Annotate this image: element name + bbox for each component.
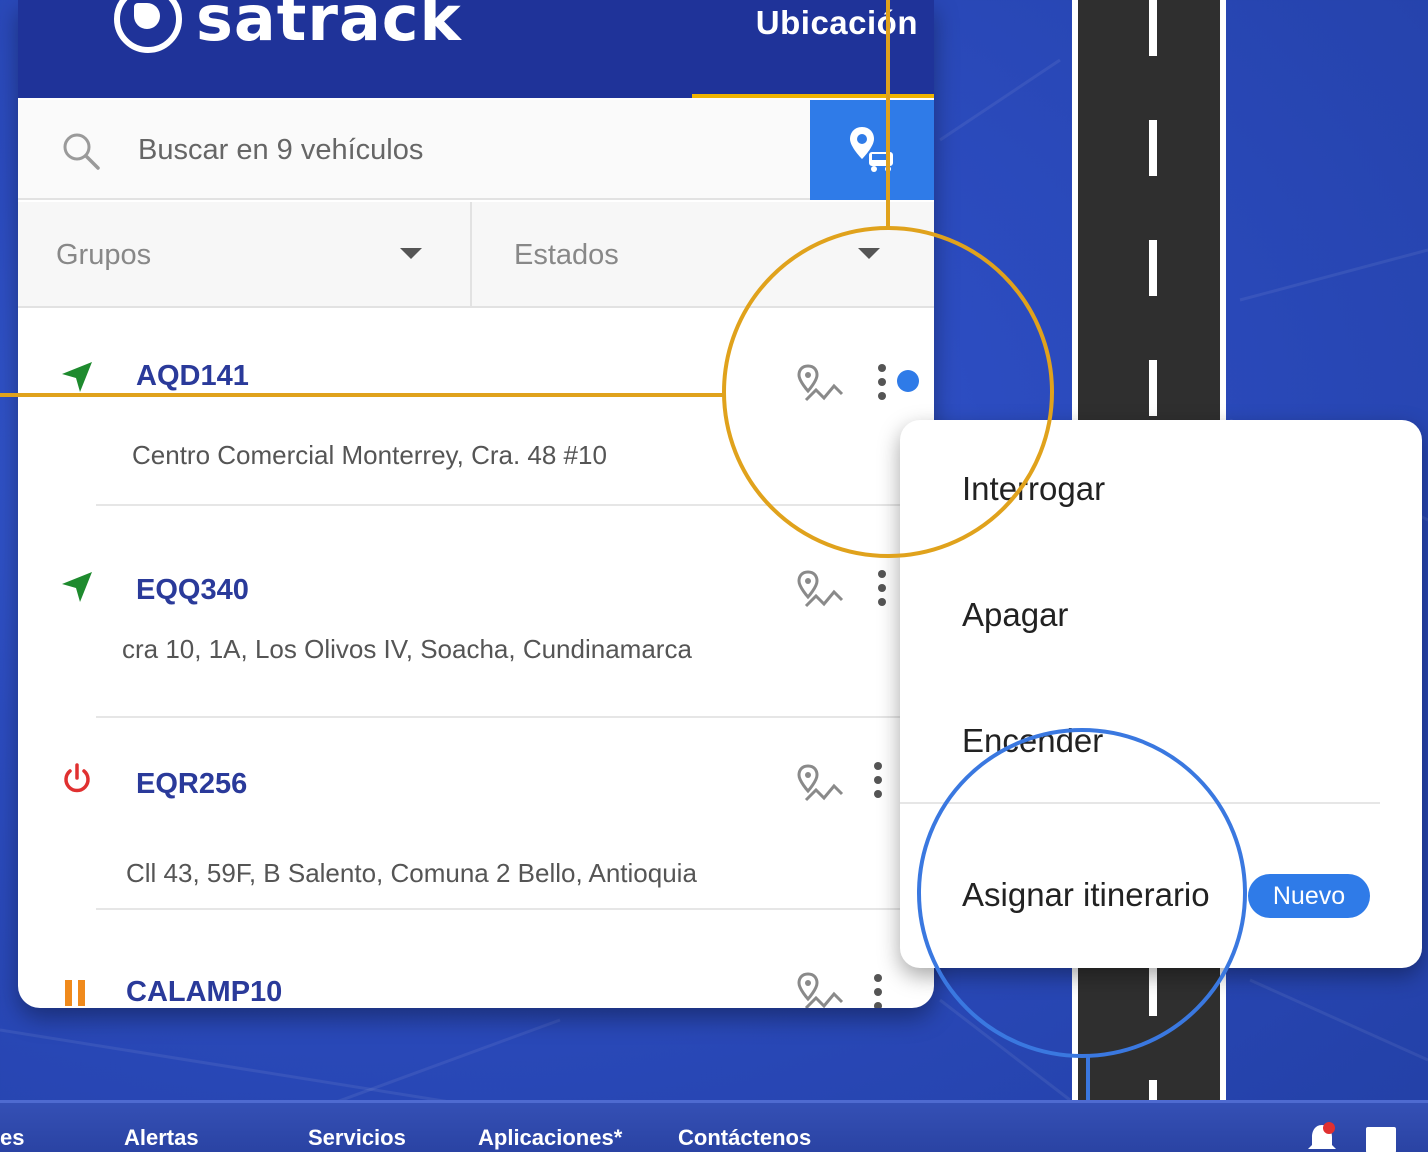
route-history-icon[interactable] <box>796 972 846 1008</box>
nav-item-contactenos[interactable]: Contáctenos <box>678 1125 811 1151</box>
new-badge: Nuevo <box>1248 874 1370 918</box>
menu-item-apagar[interactable]: Apagar <box>962 596 1068 634</box>
location-vehicle-icon <box>850 127 895 172</box>
vehicle-row[interactable]: CALAMP10 <box>18 950 934 1008</box>
row-divider <box>96 908 908 910</box>
selected-indicator <box>897 370 919 392</box>
logo-icon <box>114 0 182 53</box>
chat-icon[interactable] <box>1364 1125 1398 1152</box>
groups-dropdown[interactable]: Grupos <box>18 202 472 308</box>
active-tab-indicator <box>692 94 934 98</box>
vehicle-address: Centro Comercial Monterrey, Cra. 48 #10 <box>132 440 607 470</box>
more-options-icon[interactable] <box>872 972 884 1008</box>
vehicle-row[interactable]: EQQ340 cra 10, 1A, Los Olivos IV, Soacha… <box>18 520 934 720</box>
row-divider <box>96 716 908 718</box>
chevron-down-icon <box>858 248 880 259</box>
search-input[interactable] <box>138 128 778 172</box>
search-icon <box>63 133 100 170</box>
navigation-arrow-icon <box>62 572 92 602</box>
vehicle-context-menu: Interrogar Apagar Encender Asignar itine… <box>900 420 1422 968</box>
vehicle-address: Cll 43, 59F, B Salento, Comuna 2 Bello, … <box>126 858 697 888</box>
notification-bell-icon[interactable] <box>1306 1121 1338 1152</box>
menu-item-asignar-itinerario[interactable]: Asignar itinerario <box>962 876 1210 914</box>
groups-label: Grupos <box>56 238 152 271</box>
power-icon <box>64 763 90 793</box>
more-options-icon[interactable] <box>876 568 888 612</box>
vehicle-plate[interactable]: EQR256 <box>136 768 247 801</box>
chevron-down-icon <box>400 248 422 259</box>
nav-item-servicios[interactable]: Servicios <box>308 1125 406 1151</box>
vehicle-panel: satrack Ubicación Grupos Estado <box>18 0 934 1008</box>
menu-item-interrogar[interactable]: Interrogar <box>962 470 1105 508</box>
brand-name: satrack <box>196 0 462 55</box>
route-history-icon[interactable] <box>796 570 846 614</box>
navigation-arrow-icon <box>62 362 92 392</box>
nav-item-aplicaciones[interactable]: Aplicaciones* <box>478 1125 622 1151</box>
vehicle-address: cra 10, 1A, Los Olivos IV, Soacha, Cundi… <box>122 634 692 664</box>
vehicle-plate[interactable]: AQD141 <box>136 360 249 393</box>
filter-bar: Grupos Estados <box>18 202 934 308</box>
menu-divider <box>900 802 1380 804</box>
page-title: Ubicación <box>755 4 918 41</box>
nav-item-truncated[interactable]: es <box>0 1125 24 1151</box>
vehicle-plate[interactable]: CALAMP10 <box>126 976 282 1008</box>
search-bar <box>18 100 934 200</box>
route-history-icon[interactable] <box>796 764 846 808</box>
menu-item-encender[interactable]: Encender <box>962 722 1103 760</box>
nav-item-alertas[interactable]: Alertas <box>124 1125 199 1151</box>
row-divider <box>96 504 908 506</box>
more-options-icon[interactable] <box>872 760 884 804</box>
vehicle-plate[interactable]: EQQ340 <box>136 574 249 607</box>
route-history-icon[interactable] <box>796 364 846 408</box>
vehicle-row[interactable]: EQR256 Cll 43, 59F, B Salento, Comuna 2 … <box>18 730 934 930</box>
more-options-icon[interactable] <box>876 362 888 406</box>
vehicle-row[interactable]: AQD141 Centro Comercial Monterrey, Cra. … <box>18 310 934 510</box>
satrack-logo: satrack <box>114 0 462 55</box>
app-header: satrack Ubicación <box>18 0 934 98</box>
states-label: Estados <box>514 238 619 271</box>
bottom-navigation: es Alertas Servicios Aplicaciones* Contá… <box>0 1100 1428 1152</box>
states-dropdown[interactable]: Estados <box>474 202 934 308</box>
pause-icon <box>65 980 85 1006</box>
map-view-button[interactable] <box>810 100 934 200</box>
